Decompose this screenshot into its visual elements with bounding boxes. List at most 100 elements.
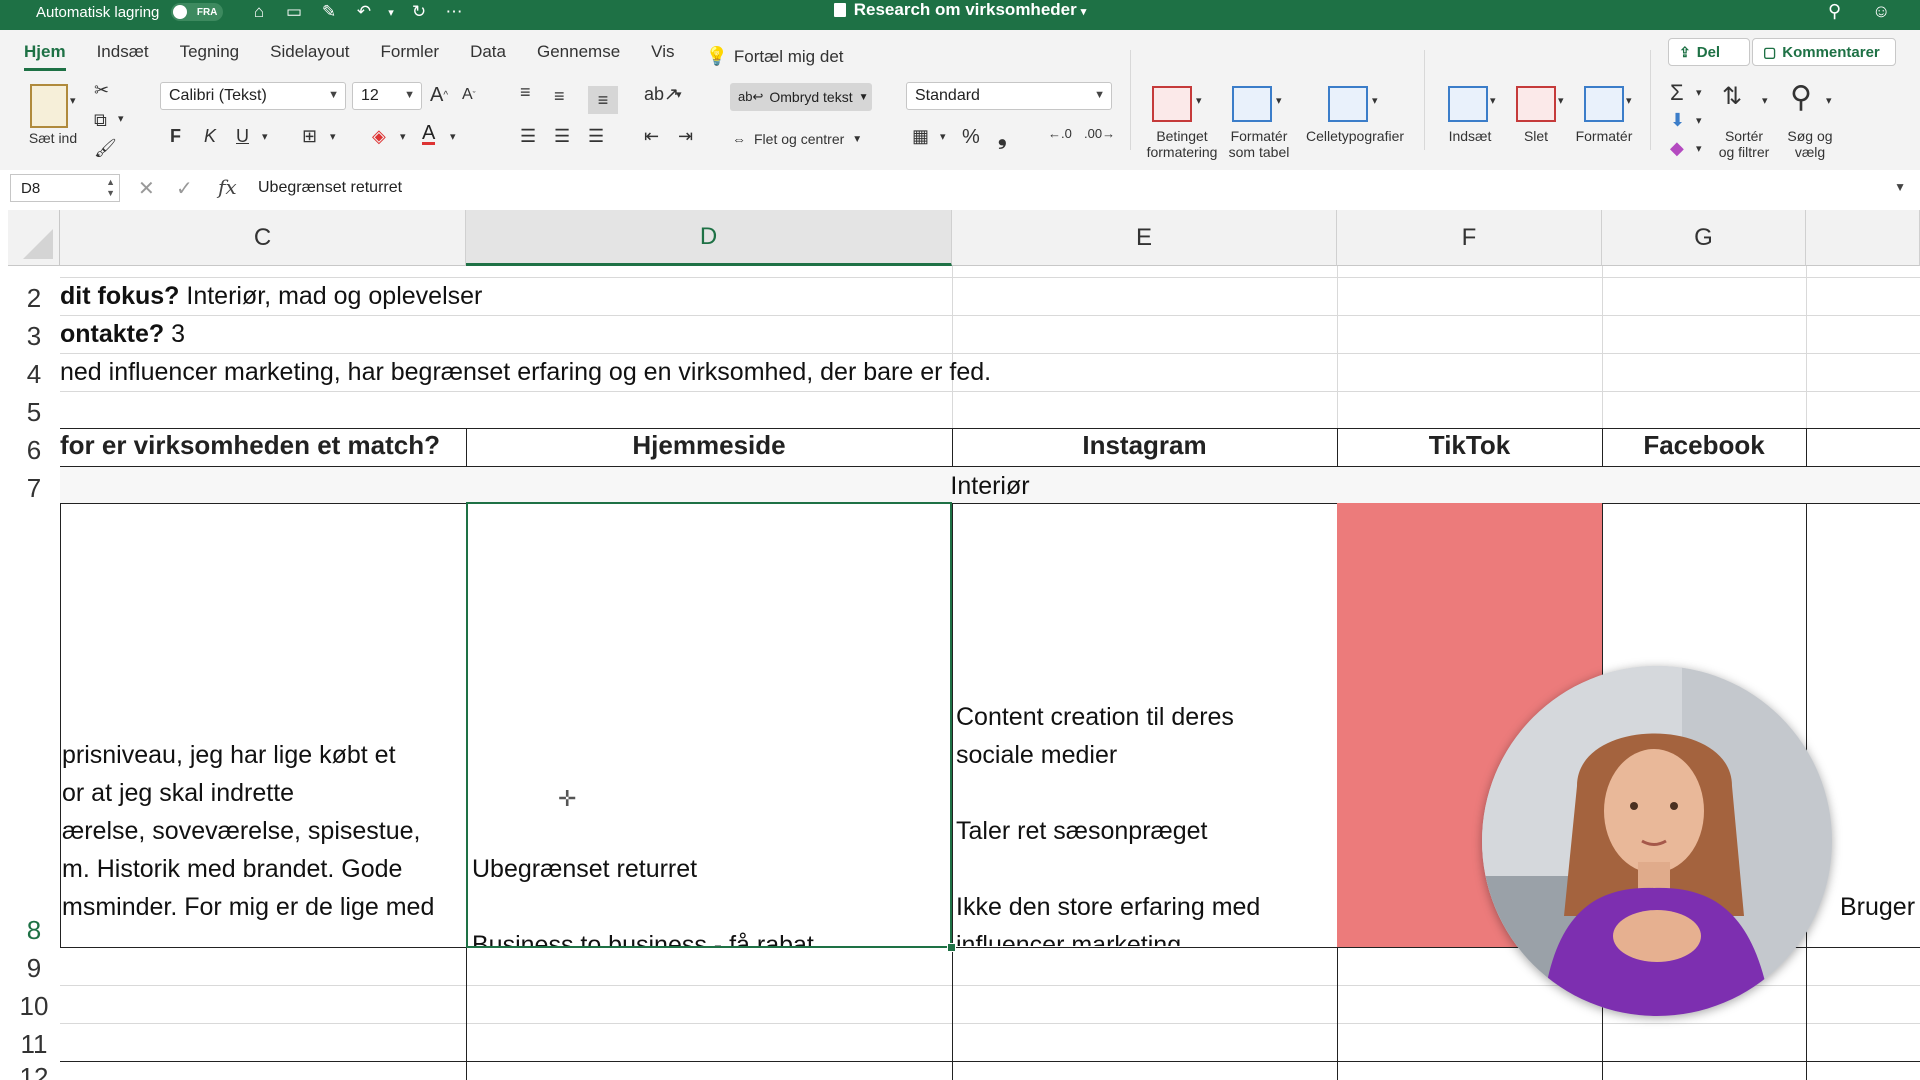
row-header-5[interactable]: 5 <box>8 392 60 430</box>
format-as-table-icon[interactable] <box>1232 86 1272 122</box>
tab-tegning[interactable]: Tegning <box>180 42 240 71</box>
bold-button[interactable]: F <box>170 126 181 147</box>
sort-filter-icon[interactable]: ⇅ <box>1722 82 1742 111</box>
column-header-h[interactable] <box>1806 210 1920 266</box>
enter-icon[interactable]: ✓ <box>176 176 193 201</box>
row-header-3[interactable]: 3 <box>8 316 60 354</box>
format-cells-icon[interactable] <box>1584 86 1624 122</box>
percent-button[interactable]: % <box>962 126 980 149</box>
paste-dropdown-icon[interactable]: ▾ <box>70 94 76 107</box>
fill-dropdown-icon[interactable]: ▾ <box>1696 114 1702 127</box>
column-header-d[interactable]: D <box>466 210 952 266</box>
borders-icon[interactable]: ⊞ <box>302 126 317 147</box>
row-header-8[interactable]: 8 <box>8 506 60 948</box>
column-header-f[interactable]: F <box>1337 210 1602 266</box>
expand-formula-icon[interactable]: ▼ <box>1894 180 1906 194</box>
tab-data[interactable]: Data <box>470 42 506 71</box>
cell-c3[interactable]: ontakte? 3 <box>60 320 960 349</box>
copy-dropdown-icon[interactable]: ▾ <box>118 112 124 125</box>
format-table-dropdown-icon[interactable]: ▾ <box>1276 94 1282 107</box>
find-icon[interactable]: ⚲ <box>1790 80 1812 115</box>
comma-style-button[interactable]: ❟ <box>998 124 1007 150</box>
column-header-e[interactable]: E <box>952 210 1337 266</box>
align-top-icon[interactable]: ≡ <box>520 82 531 103</box>
category-interior[interactable]: Interiør <box>60 468 1920 504</box>
header-instagram[interactable]: Instagram <box>952 426 1337 464</box>
clear-icon[interactable]: ◆ <box>1670 138 1684 159</box>
name-box-spinner-icon[interactable]: ▲ ▼ <box>106 177 115 199</box>
selected-cell-d8[interactable] <box>466 502 952 948</box>
underline-button[interactable]: U <box>236 126 249 147</box>
row-header-12[interactable]: 12 <box>8 1062 60 1080</box>
clear-dropdown-icon[interactable]: ▾ <box>1696 142 1702 155</box>
delete-dropdown-icon[interactable]: ▾ <box>1558 94 1564 107</box>
formula-input[interactable]: Ubegrænset returret <box>258 179 402 197</box>
tab-gennemse[interactable]: Gennemse <box>537 42 620 71</box>
orientation-dropdown-icon[interactable]: ▾ <box>676 88 682 101</box>
row-header[interactable] <box>8 266 60 278</box>
share-person-icon[interactable]: ☺ <box>1872 0 1890 22</box>
name-box[interactable]: D8 ▲ ▼ <box>10 174 120 202</box>
fill-color-dropdown-icon[interactable]: ▾ <box>400 130 406 143</box>
increase-decimal-icon[interactable]: ←.0 <box>1048 126 1072 141</box>
cell-styles-icon[interactable] <box>1328 86 1368 122</box>
cancel-icon[interactable]: ✕ <box>138 176 155 201</box>
row-header-9[interactable]: 9 <box>8 948 60 986</box>
tell-me-search[interactable]: 💡 Fortæl mig det <box>705 42 843 71</box>
delete-cells-icon[interactable] <box>1516 86 1556 122</box>
cell-e8[interactable]: Content creation til deres sociale medie… <box>956 698 1334 946</box>
column-header-c[interactable]: C <box>60 210 466 266</box>
share-button[interactable]: ⇪ Del <box>1668 38 1750 66</box>
decrease-decimal-icon[interactable]: .00→ <box>1084 126 1115 141</box>
wrap-text-button[interactable]: ab↩ Ombryd tekst ▼ <box>730 83 872 111</box>
tab-formler[interactable]: Formler <box>381 42 440 71</box>
align-middle-icon[interactable]: ≡ <box>554 86 565 107</box>
align-center-icon[interactable]: ☰ <box>554 126 570 147</box>
accounting-format-icon[interactable]: ▦ <box>912 126 929 147</box>
underline-dropdown-icon[interactable]: ▾ <box>262 130 268 143</box>
conditional-formatting-icon[interactable] <box>1152 86 1192 122</box>
select-all-button[interactable] <box>8 210 60 266</box>
insert-dropdown-icon[interactable]: ▾ <box>1490 94 1496 107</box>
conditional-dropdown-icon[interactable]: ▾ <box>1196 94 1202 107</box>
title-chevron-down-icon[interactable]: ▾ <box>1081 6 1087 18</box>
cell-h8[interactable]: Bruger <box>1840 888 1920 928</box>
increase-indent-icon[interactable]: ⇥ <box>678 126 693 147</box>
row-header-6[interactable]: 6 <box>8 430 60 468</box>
tab-sidelayout[interactable]: Sidelayout <box>270 42 349 71</box>
row-header-10[interactable]: 10 <box>8 986 60 1024</box>
paste-icon[interactable] <box>30 84 68 128</box>
font-size-dropdown[interactable]: 12 ▼ <box>352 82 422 110</box>
fill-color-icon[interactable]: ◈ <box>372 126 386 147</box>
accounting-dropdown-icon[interactable]: ▾ <box>940 130 946 143</box>
increase-font-icon[interactable]: A ^ <box>430 84 448 107</box>
find-dropdown-icon[interactable]: ▾ <box>1826 94 1832 107</box>
align-left-icon[interactable]: ☰ <box>520 126 536 147</box>
align-right-icon[interactable]: ☰ <box>588 126 604 147</box>
format-dropdown-icon[interactable]: ▾ <box>1626 94 1632 107</box>
italic-button[interactable]: K <box>204 126 216 147</box>
cut-icon[interactable]: ✂ <box>94 80 109 101</box>
fill-icon[interactable]: ⬇ <box>1670 110 1685 131</box>
row-header-7[interactable]: 7 <box>8 468 60 506</box>
sort-filter-dropdown-icon[interactable]: ▾ <box>1762 94 1768 107</box>
decrease-indent-icon[interactable]: ⇤ <box>644 126 659 147</box>
number-format-dropdown[interactable]: Standard ▼ <box>906 82 1112 110</box>
spreadsheet-grid[interactable]: C D E F G 2 3 4 5 6 7 8 9 10 11 12 dit f… <box>0 206 1920 1080</box>
header-tiktok[interactable]: TikTok <box>1337 426 1602 464</box>
autosum-dropdown-icon[interactable]: ▾ <box>1696 86 1702 99</box>
header-hjemmeside[interactable]: Hjemmeside <box>466 426 952 464</box>
merge-center-button[interactable]: ⇔ Flet og centrer ▼ <box>732 131 862 147</box>
autosum-icon[interactable]: Σ <box>1670 80 1684 106</box>
format-painter-icon[interactable]: 🖌 <box>94 138 117 159</box>
cell-c8[interactable]: prisniveau, jeg har lige købt et or at j… <box>62 736 464 946</box>
font-color-dropdown-icon[interactable]: ▾ <box>450 130 456 143</box>
insert-cells-icon[interactable] <box>1448 86 1488 122</box>
fill-handle[interactable] <box>947 943 956 952</box>
comments-button[interactable]: ▢ Kommentarer <box>1752 38 1896 66</box>
search-icon[interactable]: ⚲ <box>1828 0 1841 22</box>
cell-c2[interactable]: dit fokus? Interiør, mad og oplevelser <box>60 282 960 311</box>
insert-function-button[interactable]: fx <box>218 175 237 199</box>
row-header-2[interactable]: 2 <box>8 278 60 316</box>
tab-hjem[interactable]: Hjem <box>24 42 66 71</box>
